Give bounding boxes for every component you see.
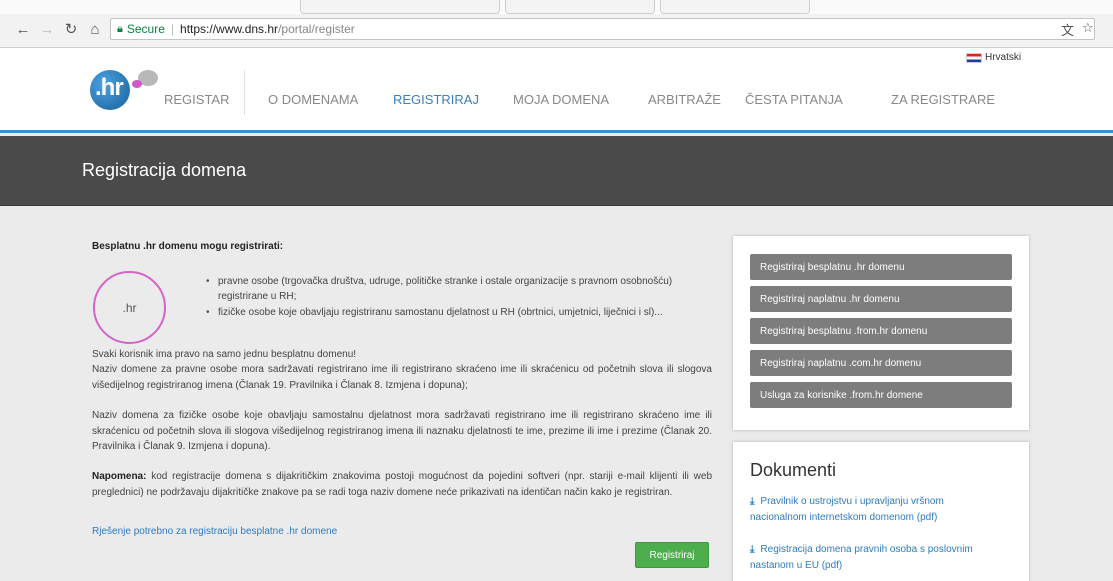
nav-registar[interactable]: REGISTAR [164, 92, 230, 107]
browser-tab[interactable] [300, 0, 500, 14]
main-content: Besplatnu .hr domenu mogu registrirati: … [0, 206, 1113, 581]
diacritics-note: Napomena: kod registracije domena s dija… [92, 469, 712, 500]
required-document-link[interactable]: Rješenje potrebno za registraciju bespla… [92, 526, 337, 537]
hr-badge: .hr [93, 271, 166, 344]
doc-link-text: Pravilnik o ustrojstvu i upravljanju vrš… [750, 496, 944, 523]
url-host: https://www.dns.hr [180, 22, 279, 36]
nav-arbitraze[interactable]: ARBITRAŽE [648, 92, 721, 107]
registration-options-panel: Registriraj besplatnu .hr domenu Registr… [733, 236, 1029, 430]
secure-label: Secure [126, 22, 165, 36]
register-free-from-hr-button[interactable]: Registriraj besplatnu .from.hr domenu [750, 318, 1012, 344]
download-icon: ⤓ [750, 496, 755, 507]
croatia-flag-icon [966, 52, 982, 63]
nav-divider [244, 70, 245, 115]
language-label: Hrvatski [985, 52, 1022, 63]
forward-arrow-icon[interactable]: → [38, 20, 56, 38]
address-bar[interactable]: 🔒︎ Secure | https://www.dns.hr /portal/r… [110, 18, 1095, 40]
nav-za-registrare[interactable]: ZA REGISTRARE [891, 92, 995, 107]
reload-icon[interactable]: ↻ [62, 20, 80, 38]
language-switch[interactable]: Hrvatski [966, 52, 1021, 63]
nav-o-domenama[interactable]: O DOMENAMA [268, 92, 358, 107]
nav-moja-domena[interactable]: MOJA DOMENA [513, 92, 609, 107]
documents-title: Dokumenti [750, 460, 837, 480]
page-banner: Registracija domena [0, 136, 1113, 206]
doc-link-eu-registration[interactable]: ⤓ Registracija domena pravnih osoba s pos… [750, 542, 1000, 574]
browser-tab[interactable] [660, 0, 810, 14]
list-item: fizičke osobe koje obavljaju registriran… [206, 305, 718, 320]
register-paid-com-hr-button[interactable]: Registriraj naplatnu .com.hr domenu [750, 350, 1012, 376]
lock-icon: 🔒︎ [117, 22, 123, 35]
register-free-hr-button[interactable]: Registriraj besplatnu .hr domenu [750, 254, 1012, 280]
nav-cesta-pitanja[interactable]: ČESTA PITANJA [745, 92, 843, 107]
note-text: kod registracije domena s dijakritičkim … [92, 471, 712, 498]
legal-entity-rule: Naziv domene za pravne osobe mora sadrža… [92, 364, 712, 391]
download-icon: ⤓ [750, 544, 755, 555]
doc-link-pravilnik[interactable]: ⤓ Pravilnik o ustrojstvu i upravljanju vr… [750, 494, 1000, 526]
logo-bubble-accent [132, 80, 142, 88]
register-paid-hr-button[interactable]: Registriraj naplatnu .hr domenu [750, 286, 1012, 312]
page-title: Registracija domena [82, 160, 247, 180]
nav-registriraj[interactable]: REGISTRIRAJ [393, 92, 479, 107]
back-arrow-icon[interactable]: ← [14, 20, 32, 38]
separator: | [170, 22, 175, 36]
site-header: Hrvatski .hr REGISTAR O DOMENAMA REGISTR… [0, 48, 1113, 133]
home-icon[interactable]: ⌂ [86, 20, 104, 38]
lead-heading: Besplatnu .hr domenu mogu registrirati: [92, 241, 284, 252]
tab-strip [0, 0, 1113, 14]
from-hr-service-button[interactable]: Usluga za korisnike .from.hr domene [750, 382, 1012, 408]
free-domain-note: Svaki korisnik ima pravo na samo jednu b… [92, 349, 357, 360]
logo[interactable]: .hr [90, 70, 160, 112]
eligibility-list: pravne osobe (trgovačka društva, udruge,… [206, 274, 718, 321]
doc-link-text: Registracija domena pravnih osoba s posl… [750, 544, 973, 571]
natural-person-rule: Naziv domena za fizičke osobe koje obavl… [92, 410, 712, 452]
documents-panel: Dokumenti ⤓ Pravilnik o ustrojstvu i upra… [733, 442, 1029, 581]
logo-text: .hr [95, 74, 124, 101]
browser-tab[interactable] [505, 0, 655, 14]
note-label: Napomena: [92, 471, 147, 482]
star-icon[interactable]: ☆ [1082, 20, 1094, 36]
list-item: pravne osobe (trgovačka društva, udruge,… [206, 274, 718, 304]
url-path: /portal/register [278, 22, 355, 36]
translate-icon[interactable]: 文 [1061, 20, 1074, 39]
browser-chrome: ← → ↻ ⌂ 🔒︎ Secure | https://www.dns.hr /… [0, 0, 1113, 48]
register-button[interactable]: Registriraj [635, 542, 709, 568]
